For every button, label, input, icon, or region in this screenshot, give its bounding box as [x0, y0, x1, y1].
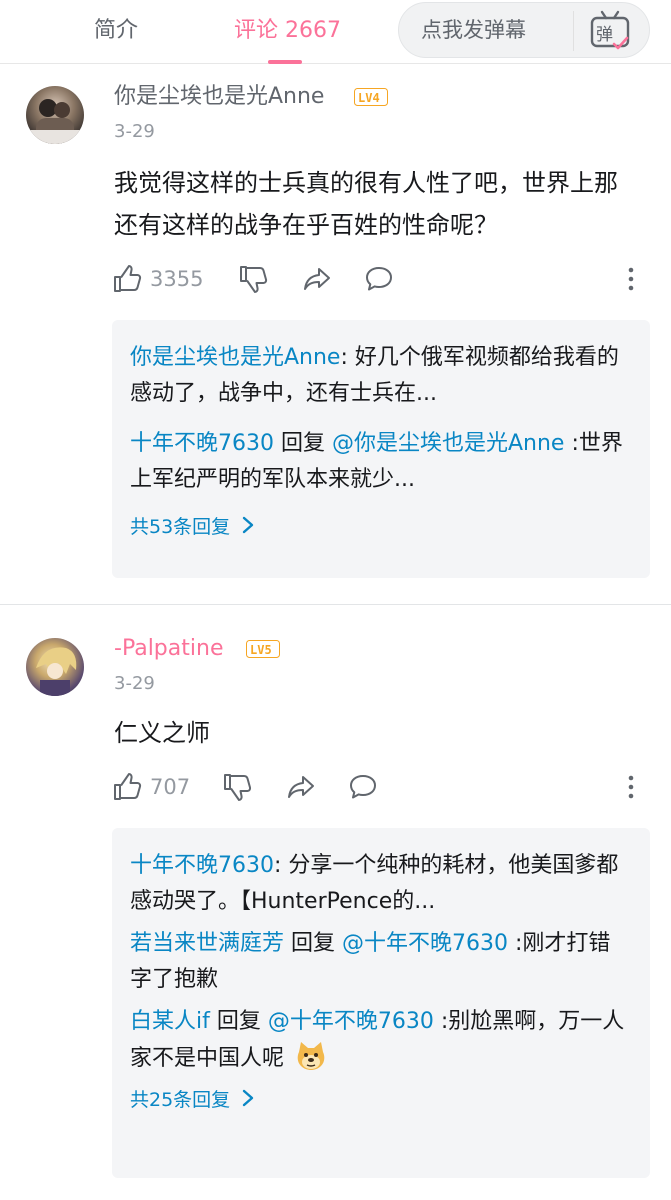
comment-actions: 707: [112, 770, 652, 804]
thumb-up-icon: [114, 773, 142, 800]
dislike-button[interactable]: [238, 262, 268, 296]
like-count: 707: [150, 775, 191, 799]
svg-text:LV5: LV5: [250, 643, 272, 657]
danmaku-divider: [573, 11, 574, 51]
more-options-icon[interactable]: [616, 264, 646, 294]
share-button[interactable]: [286, 770, 316, 804]
reply-item: 十年不晚7630: 分享一个纯种的耗材，他美国爹都感动哭了。【HunterPen…: [130, 848, 632, 920]
thumb-up-icon: [114, 265, 142, 292]
reply-username[interactable]: 若当来世满庭芳: [130, 931, 284, 956]
avatar[interactable]: [26, 638, 84, 696]
comment-text: 我觉得这样的士兵真的很有人性了吧，世界上那还有这样的战争在乎百姓的性命呢？: [114, 169, 618, 239]
reply-mention[interactable]: @你是尘埃也是光Anne: [332, 431, 564, 456]
reply-mention[interactable]: @十年不晚7630: [342, 931, 508, 956]
reply-preview-box[interactable]: 你是尘埃也是光Anne: 好几个俄军视频都给我看的感动了，战争中，还有士兵在..…: [112, 320, 650, 578]
view-all-replies-link[interactable]: 共53条回复: [130, 510, 632, 540]
username[interactable]: -Palpatine: [114, 634, 223, 664]
reply-total-label: 共25条回复: [130, 1088, 231, 1111]
danmaku-placeholder: 点我发弹幕: [421, 18, 526, 42]
reply-preview-box[interactable]: 十年不晚7630: 分享一个纯种的耗材，他美国爹都感动哭了。【HunterPen…: [112, 828, 650, 1178]
comment-date: 3-29: [114, 121, 155, 142]
comment-text: 仁义之师: [114, 719, 210, 747]
reply-word: 回复: [284, 931, 343, 956]
reply-item: 十年不晚7630 回复 @你是尘埃也是光Anne :世界上军纪严明的军队本来就少…: [130, 426, 632, 498]
level-badge: LV4: [354, 88, 388, 106]
thumb-down-icon: [224, 774, 252, 801]
reply-word: 回复: [274, 431, 332, 456]
chevron-right-icon: [242, 516, 254, 534]
username[interactable]: 你是尘埃也是光Anne: [114, 82, 324, 112]
doge-emoji-icon: [297, 1042, 325, 1070]
level-badge: LV5: [246, 640, 280, 658]
danmaku-toggle-icon[interactable]: 弹: [590, 10, 630, 52]
reply-word: 回复: [209, 1009, 268, 1034]
chevron-right-icon: [242, 1089, 254, 1107]
avatar[interactable]: [26, 86, 84, 144]
svg-text:LV4: LV4: [358, 91, 380, 105]
reply-mention[interactable]: @十年不晚7630: [268, 1009, 434, 1034]
reply-username[interactable]: 十年不晚7630: [130, 853, 274, 878]
share-icon: [288, 776, 314, 798]
reply-button[interactable]: [364, 262, 394, 296]
reply-item: 若当来世满庭芳 回复 @十年不晚7630 :刚才打错字了抱歉: [130, 926, 632, 998]
like-count: 3355: [150, 267, 204, 291]
top-tab-bar: 简介 评论 2667 点我发弹幕 弹: [0, 0, 671, 64]
reply-username[interactable]: 白某人if: [130, 1009, 210, 1034]
danmaku-icon-label: 弹: [596, 25, 613, 45]
reply-button[interactable]: [348, 770, 378, 804]
more-options-icon[interactable]: [616, 772, 646, 802]
comment-actions: 3355: [112, 262, 652, 296]
share-icon: [304, 268, 330, 290]
reply-item: 你是尘埃也是光Anne: 好几个俄军视频都给我看的感动了，战争中，还有士兵在..…: [130, 340, 632, 412]
comment-bubble-icon: [350, 775, 376, 799]
tab-comments[interactable]: 评论 2667: [234, 16, 341, 46]
reply-username[interactable]: 你是尘埃也是光Anne: [130, 345, 340, 370]
reply-item: 白某人if 回复 @十年不晚7630 :别尬黑啊，万一人家不是中国人呢: [130, 1004, 632, 1077]
reply-total-label: 共53条回复: [130, 515, 231, 538]
view-all-replies-link[interactable]: 共25条回复: [130, 1083, 632, 1113]
tab-intro[interactable]: 简介: [94, 16, 138, 46]
comment-bubble-icon: [366, 267, 392, 291]
like-button[interactable]: 707: [112, 770, 190, 804]
comment-date: 3-29: [114, 673, 155, 694]
share-button[interactable]: [302, 262, 332, 296]
reply-username[interactable]: 十年不晚7630: [130, 431, 274, 456]
like-button[interactable]: 3355: [112, 262, 203, 296]
dislike-button[interactable]: [222, 770, 252, 804]
thumb-down-icon: [240, 266, 268, 293]
active-tab-indicator: [268, 60, 302, 64]
comment-divider: [0, 604, 671, 605]
